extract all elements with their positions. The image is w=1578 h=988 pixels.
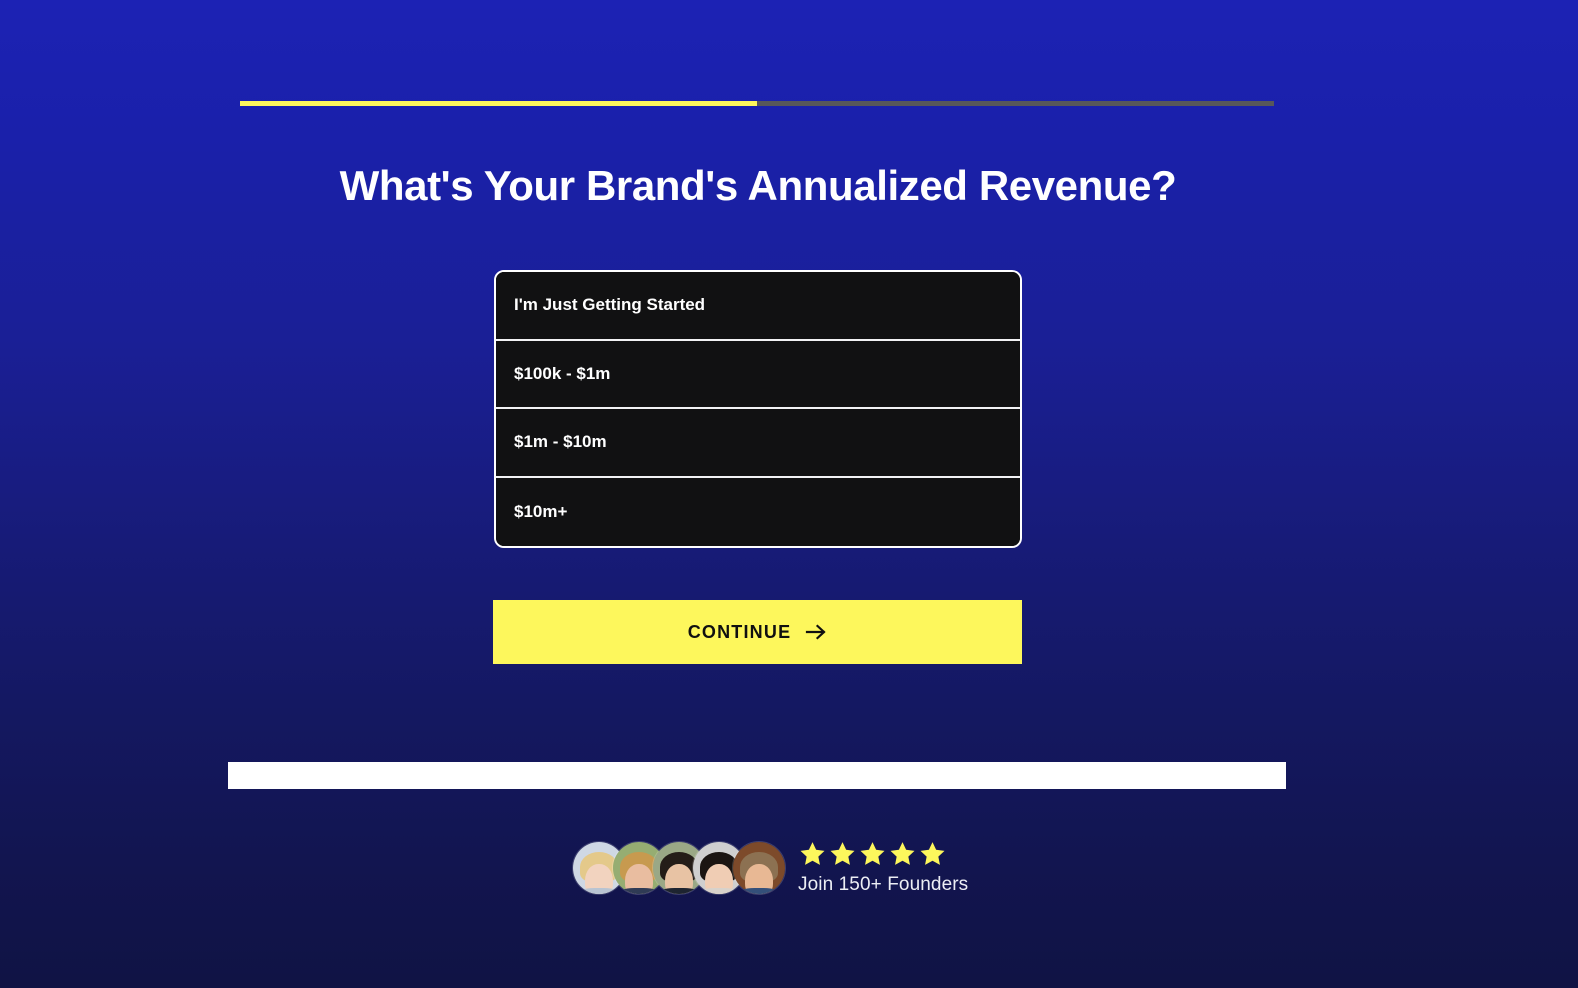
bottom-white-bar	[228, 762, 1286, 789]
continue-button[interactable]: CONTINUE	[493, 600, 1022, 664]
option-label: $1m - $10m	[514, 432, 607, 452]
option-label: $100k - $1m	[514, 363, 611, 383]
option-label: I'm Just Getting Started	[514, 295, 706, 315]
founder-avatar-5	[732, 841, 786, 895]
arrow-right-icon	[805, 623, 827, 641]
progress-bar-fill	[240, 101, 757, 106]
rating-block: Join 150+ Founders	[798, 840, 968, 896]
star-icon	[858, 840, 887, 872]
revenue-option-group: I'm Just Getting Started $100k - $1m $1m…	[494, 270, 1022, 548]
avatar-stack	[572, 840, 786, 896]
option-100k-1m[interactable]: $100k - $1m	[496, 340, 1020, 409]
star-icon	[918, 840, 947, 872]
option-1m-10m[interactable]: $1m - $10m	[496, 409, 1020, 478]
social-proof: Join 150+ Founders	[572, 840, 968, 896]
option-label: $10m+	[514, 501, 568, 521]
option-im-just-getting-started[interactable]: I'm Just Getting Started	[496, 272, 1020, 341]
star-rating	[798, 840, 947, 872]
option-10m-plus[interactable]: $10m+	[496, 477, 1020, 546]
star-icon	[888, 840, 917, 872]
quiz-page: What's Your Brand's Annualized Revenue? …	[0, 0, 1578, 988]
star-icon	[828, 840, 857, 872]
join-founders-label: Join 150+ Founders	[798, 874, 969, 895]
star-icon	[798, 840, 827, 872]
continue-button-label: CONTINUE	[687, 621, 792, 642]
progress-bar-track	[240, 101, 1274, 106]
page-title: What's Your Brand's Annualized Revenue?	[339, 162, 1177, 209]
